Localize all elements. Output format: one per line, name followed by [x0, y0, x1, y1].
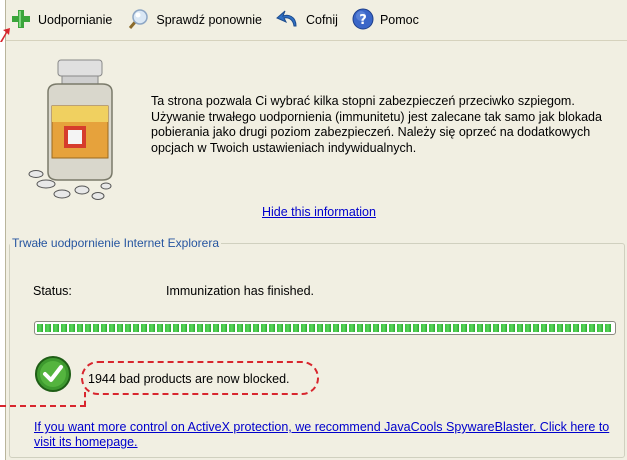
info-section: Ta strona pozwala Ci wybrać kilka stopni…: [6, 42, 627, 230]
group-title: Trwałe uodpornienie Internet Explorera: [12, 236, 220, 250]
help-label: Pomoc: [379, 13, 419, 27]
check-again-button[interactable]: Sprawdź ponownie: [122, 5, 266, 35]
progress-fill: [37, 324, 613, 332]
help-button[interactable]: ? Pomoc: [348, 5, 423, 35]
pill-bottle-icon: [24, 54, 134, 207]
svg-text:?: ?: [359, 13, 367, 28]
checkmark-icon: [34, 355, 72, 396]
main-panel: Uodpornianie Sprawdź ponownie Cofnij ? P…: [5, 0, 627, 460]
blocked-products-text: 1944 bad products are now blocked.: [88, 372, 290, 386]
status-label: Status:: [33, 284, 72, 298]
undo-label: Cofnij: [305, 13, 338, 27]
undo-arrow-icon: [276, 8, 300, 33]
magnifier-icon: [126, 7, 150, 34]
help-icon: ?: [352, 8, 374, 33]
progress-bar: [34, 321, 616, 335]
info-description: Ta strona pozwala Ci wybrać kilka stopni…: [151, 94, 602, 155]
status-value: Immunization has finished.: [166, 284, 314, 298]
hide-information-link[interactable]: Hide this information: [262, 205, 376, 219]
undo-button[interactable]: Cofnij: [272, 5, 342, 35]
annotation-connector: [0, 405, 86, 407]
spywareblaster-link[interactable]: If you want more control on ActiveX prot…: [34, 420, 624, 450]
plus-icon: [10, 8, 32, 33]
toolbar: Uodpornianie Sprawdź ponownie Cofnij ? P…: [6, 0, 627, 41]
check-again-label: Sprawdź ponownie: [156, 13, 262, 27]
immunize-label: Uodpornianie: [38, 13, 113, 27]
annotation-arrow-icon: [0, 28, 10, 45]
immunize-button[interactable]: Uodpornianie: [6, 5, 116, 35]
annotation-connector-vertical: [84, 392, 86, 406]
